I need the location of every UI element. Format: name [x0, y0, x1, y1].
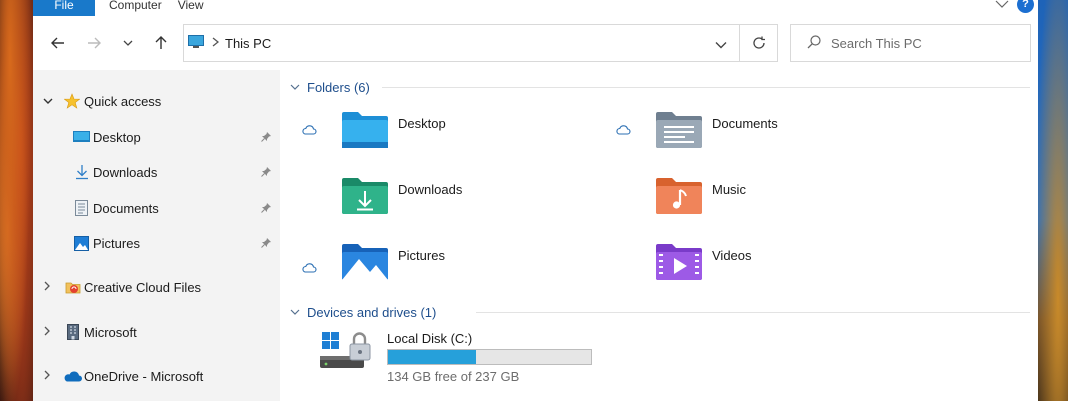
collapsed-chevron-icon[interactable]: [43, 280, 51, 294]
group-header-folders[interactable]: Folders (6): [290, 77, 370, 97]
tab-file[interactable]: File: [33, 0, 95, 16]
group-header-label: Devices and drives (1): [307, 304, 437, 320]
sidebar-item-label: Creative Cloud Files: [84, 279, 202, 295]
download-icon: [75, 164, 89, 180]
sidebar-item-label: Pictures: [93, 235, 140, 251]
cloud-status-icon: [301, 261, 317, 276]
ribbon-collapse-icon[interactable]: [995, 0, 1009, 12]
folder-name: Desktop: [398, 116, 446, 131]
folder-tile-videos[interactable]: Videos: [615, 243, 915, 299]
folder-name: Videos: [712, 248, 752, 263]
breadcrumb-chevron-icon[interactable]: [212, 36, 220, 50]
sidebar-item-pictures[interactable]: Pictures: [33, 230, 280, 256]
search-icon: [807, 34, 821, 52]
building-icon: [67, 324, 79, 340]
folder-tile-music[interactable]: Music: [615, 177, 915, 233]
navigation-bar: This PC: [33, 22, 1038, 64]
drive-name: Local Disk (C:): [387, 331, 473, 346]
sidebar-item-label: OneDrive - Microsoft: [84, 368, 204, 384]
address-dropdown-icon[interactable]: [715, 37, 727, 52]
search-box[interactable]: [790, 24, 1031, 62]
folder-tile-downloads[interactable]: Downloads: [301, 177, 601, 233]
pictures-folder-icon: [341, 243, 389, 284]
cloud-status-icon: [615, 123, 631, 138]
collapsed-chevron-icon[interactable]: [43, 325, 51, 339]
desktop-folder-icon: [341, 111, 389, 152]
help-icon[interactable]: ?: [1017, 0, 1034, 13]
sidebar-item-desktop[interactable]: Desktop: [33, 124, 280, 150]
videos-folder-icon: [655, 243, 703, 284]
file-explorer-window: File Computer View ? This PC Search This…: [33, 0, 1038, 401]
folder-name: Music: [712, 182, 746, 197]
search-input[interactable]: [831, 35, 1011, 51]
pin-icon[interactable]: [261, 130, 272, 145]
desktop-wallpaper-left: [0, 0, 33, 401]
content-pane: Folders (6) Desktop Documents Downloads …: [280, 70, 1038, 401]
folder-name: Documents: [712, 116, 778, 131]
group-header-devices[interactable]: Devices and drives (1): [290, 302, 436, 322]
sidebar-item-documents[interactable]: Documents: [33, 195, 280, 221]
sidebar-item-quick-access[interactable]: Quick access: [33, 88, 280, 114]
documents-folder-icon: [655, 111, 703, 152]
expanded-chevron-icon[interactable]: [43, 94, 53, 108]
documents-icon: [75, 200, 88, 216]
folder-tile-pictures[interactable]: Pictures: [301, 243, 601, 299]
system-drive-locked-icon: [318, 330, 372, 377]
sidebar-item-label: Desktop: [93, 129, 141, 145]
star-icon: [64, 93, 80, 109]
folder-name: Pictures: [398, 248, 445, 263]
sidebar-item-label: Downloads: [93, 164, 158, 180]
tab-computer[interactable]: Computer: [95, 0, 178, 11]
pictures-icon: [74, 235, 89, 251]
music-folder-icon: [655, 177, 703, 218]
this-pc-icon: [188, 34, 204, 52]
sidebar-item-downloads[interactable]: Downloads: [33, 159, 280, 185]
creative-cloud-icon: [65, 279, 82, 295]
group-collapse-chevron-icon[interactable]: [290, 84, 300, 91]
sidebar-item-creative-cloud-files[interactable]: Creative Cloud Files: [33, 274, 280, 300]
group-header-label: Folders (6): [307, 79, 370, 95]
folder-tile-desktop[interactable]: Desktop: [301, 111, 601, 167]
up-arrow-icon[interactable]: [150, 32, 172, 54]
group-divider: [476, 312, 1030, 313]
recent-locations-chevron-icon[interactable]: [117, 32, 139, 54]
folder-name: Downloads: [398, 182, 463, 197]
sidebar-item-microsoft[interactable]: Microsoft: [33, 319, 280, 345]
address-bar[interactable]: This PC: [183, 24, 778, 62]
collapsed-chevron-icon[interactable]: [43, 369, 51, 383]
drive-free-space: 134 GB free of 237 GB: [387, 369, 520, 384]
cloud-status-icon: [301, 123, 317, 138]
desktop-icon: [73, 130, 90, 144]
sidebar-item-label: Documents: [93, 200, 159, 216]
sidebar-item-onedrive[interactable]: OneDrive - Microsoft: [33, 363, 280, 389]
sidebar-item-label: Quick access: [84, 93, 162, 109]
forward-arrow-icon[interactable]: [83, 32, 105, 54]
ribbon-tabs: File Computer View ?: [33, 0, 1038, 16]
pin-icon[interactable]: [261, 236, 272, 251]
sidebar-item-label: Microsoft: [84, 324, 137, 340]
drive-tile-local-disk[interactable]: Local Disk (C:) 134 GB free of 237 GB: [290, 328, 710, 388]
navigation-pane: Quick access Desktop Downloads Documents…: [33, 70, 280, 401]
pin-icon[interactable]: [261, 201, 272, 216]
desktop-wallpaper-right: [1038, 0, 1068, 401]
back-arrow-icon[interactable]: [47, 32, 69, 54]
pin-icon[interactable]: [261, 165, 272, 180]
drive-usage-bar: [387, 349, 592, 365]
refresh-icon[interactable]: [739, 25, 777, 61]
group-divider: [382, 87, 1030, 88]
onedrive-icon: [63, 370, 82, 382]
drive-usage-fill: [388, 350, 477, 364]
ribbon-controls: ?: [995, 0, 1034, 13]
group-collapse-chevron-icon[interactable]: [290, 309, 300, 316]
tab-view[interactable]: View: [178, 0, 220, 11]
folder-tile-documents[interactable]: Documents: [615, 111, 915, 167]
breadcrumb-this-pc[interactable]: This PC: [225, 36, 271, 51]
downloads-folder-icon: [341, 177, 389, 218]
